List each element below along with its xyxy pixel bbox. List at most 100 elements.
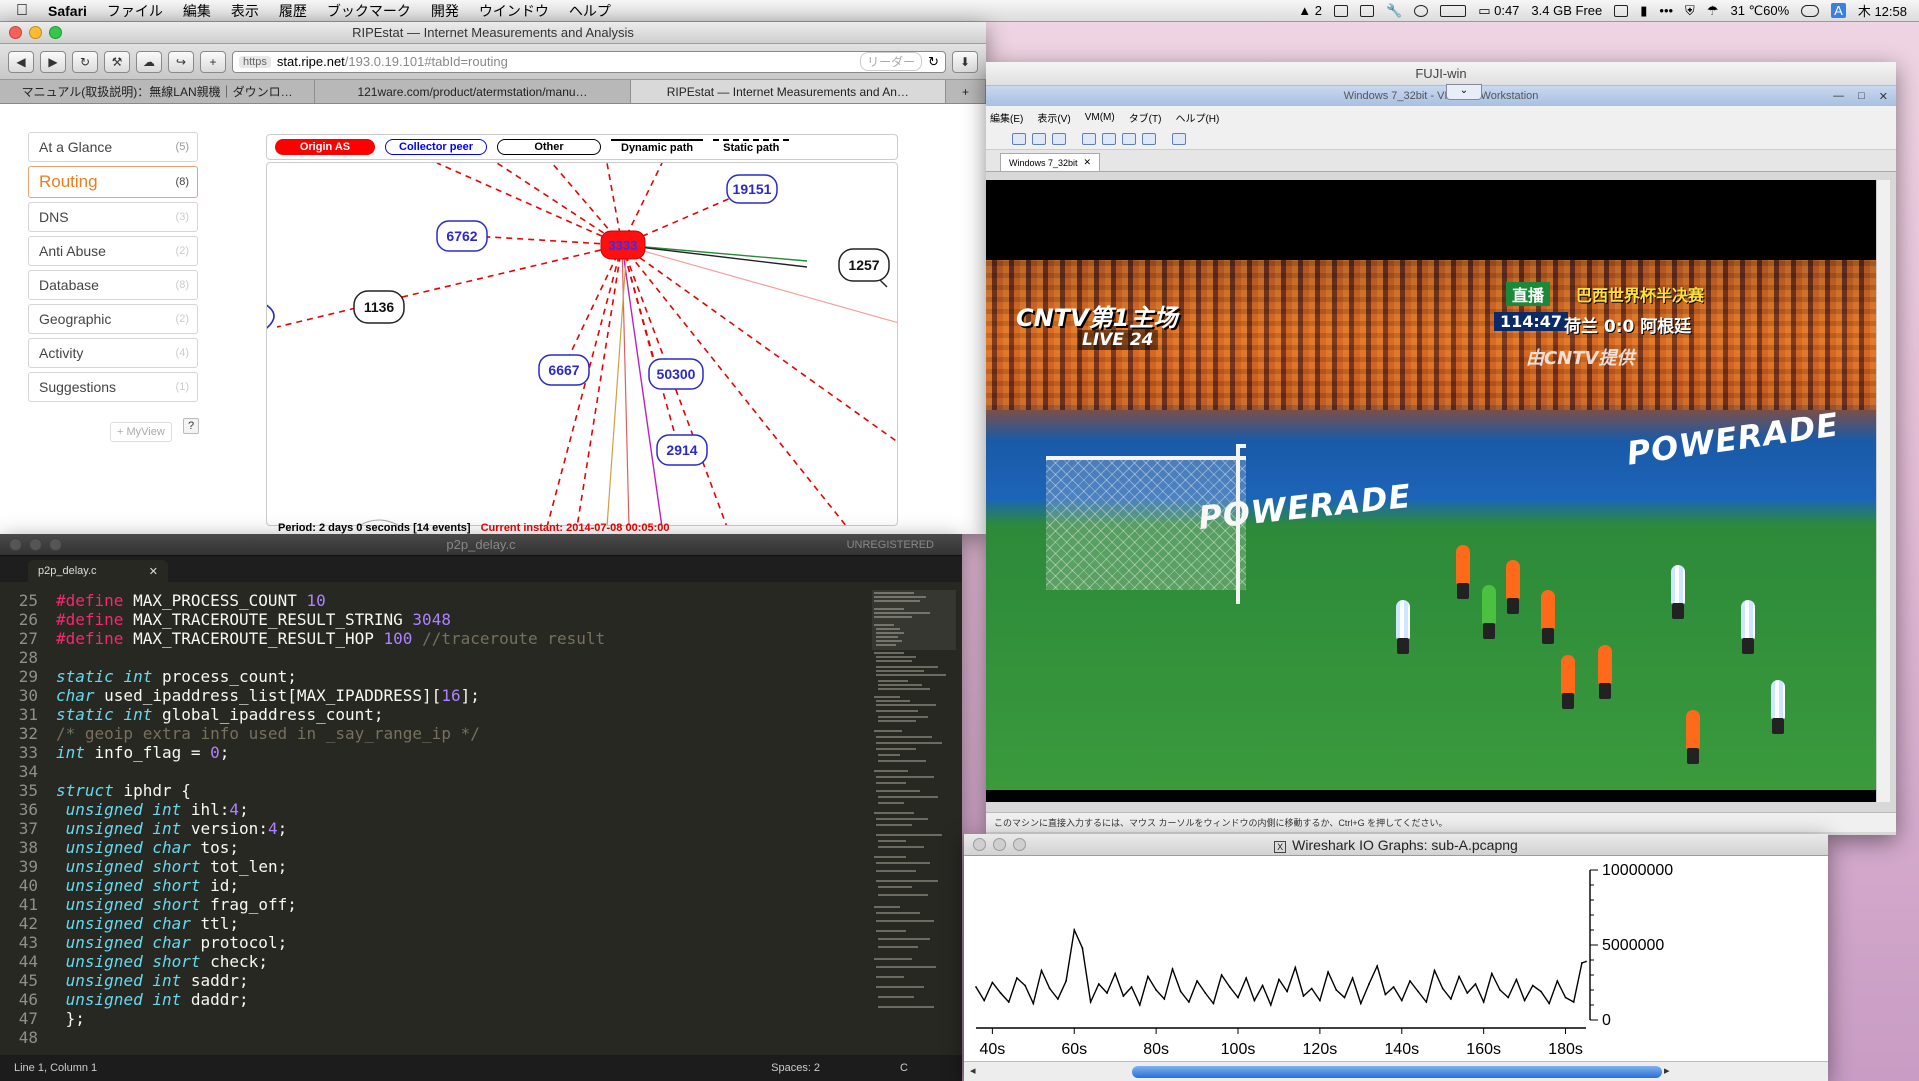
reader-button[interactable]: リーダー [860,52,923,71]
vmware-menu-edit[interactable]: 編集(E) [990,110,1023,125]
adobe-status[interactable]: ▲ 2 [1298,3,1322,18]
reload-history-icon[interactable]: ↻ [72,50,98,73]
sidebar-item-routing[interactable]: Routing (8) [28,166,198,198]
maximize-icon[interactable]: □ [1858,90,1865,103]
node-2914[interactable]: 2914 [656,434,708,466]
zoom-button[interactable] [49,538,62,551]
revert-icon[interactable] [1032,132,1046,145]
chevron-down-icon[interactable]: ⌄ [1446,84,1482,100]
cpu-graph-icon[interactable] [1440,4,1467,17]
menu-bookmarks[interactable]: ブックマーク [317,1,421,21]
zoom-button[interactable] [1013,838,1026,851]
scrollbar-thumb[interactable] [1132,1066,1662,1078]
forward-button[interactable]: ▶ [40,50,66,73]
vm-scrollbar[interactable] [1876,180,1890,802]
wireshark-titlebar[interactable]: X Wireshark IO Graphs: sub-A.pcapng [964,834,1828,856]
unity-icon[interactable] [1142,132,1156,145]
minimize-icon[interactable]: — [1833,90,1844,103]
menu-edit[interactable]: 編集 [173,1,221,21]
menu-window[interactable]: ウインドウ [469,1,559,21]
code-line[interactable]: 26 #define MAX_TRACEROUTE_RESULT_STRING 3… [0,610,872,629]
weather-readout[interactable]: 31 ℃60% [1730,3,1789,19]
tab-121ware[interactable]: 121ware.com/product/atermstation/manu… [315,80,631,103]
wrench-button[interactable]: ⚒ [104,50,130,73]
sidebar-item-anti-abuse[interactable]: Anti Abuse (2) [28,236,198,266]
minimize-button[interactable] [993,838,1006,851]
io-graph-chart[interactable]: 40s 60s 80s 100s 120s 140s 160s 180s 10000000 500… [964,856,1828,1061]
code-line[interactable]: 30 char used_ipaddress_list[MAX_IPADDRESS… [0,686,872,705]
sublime-titlebar[interactable]: p2p_delay.c UNREGISTERED [0,534,962,556]
input-a-icon[interactable]: A [1831,3,1846,18]
code-line[interactable]: 44 unsigned short check; [0,952,872,971]
wrench-icon[interactable]: 🔧 [1386,3,1402,19]
graph-scrollbar[interactable]: ◂ ▸ [964,1061,1828,1081]
display-icon[interactable] [1334,4,1349,17]
menu-clock[interactable]: 木 12:58 [1858,1,1907,20]
code-line[interactable]: 37 unsigned int version:4; [0,819,872,838]
zoom-button[interactable] [49,26,62,39]
vmware-menu-tab[interactable]: タブ(T) [1129,110,1162,125]
node-50300[interactable]: 50300 [648,358,704,390]
scroll-left-icon[interactable]: ◂ [970,1064,976,1077]
close-icon[interactable]: ✕ [1084,157,1092,168]
download-button[interactable]: ⬇ [952,50,978,73]
menu-history[interactable]: 履歴 [269,1,317,21]
close-button[interactable] [9,538,22,551]
apple-menu-icon[interactable]:  [0,2,38,20]
menu-file[interactable]: ファイル [97,1,173,21]
close-button[interactable] [9,26,22,39]
fullscreen-icon[interactable] [1122,132,1136,145]
node-6667[interactable]: 6667 [538,354,590,386]
back-button[interactable]: ◀ [8,50,34,73]
snapshot-manager-icon[interactable] [1052,132,1066,145]
add-bookmark-button[interactable]: + [200,50,226,73]
indentation-setting[interactable]: Spaces: 2 [771,1062,820,1074]
vmware-menu-vm[interactable]: VM(M) [1085,112,1115,123]
add-myview-button[interactable]: + MyView [110,422,172,442]
console-view-icon[interactable] [1082,132,1096,145]
code-line[interactable]: 41 unsigned short frag_off; [0,895,872,914]
reload-icon[interactable]: ↻ [928,54,939,70]
node-6762[interactable]: 6762 [436,220,488,252]
help-button[interactable]: ? [183,418,199,434]
icloud-button[interactable]: ☁ [136,50,162,73]
vm-tab[interactable]: Windows 7_32bit ✕ [1000,153,1101,171]
code-line[interactable]: 34 [0,762,872,781]
vmware-outer-title[interactable]: FUJI-win [986,62,1896,86]
toggle-icon[interactable] [1801,4,1820,17]
code-line[interactable]: 38 unsigned char tos; [0,838,872,857]
sidebar-item-database[interactable]: Database (8) [28,270,198,300]
scroll-right-icon[interactable]: ▸ [1664,1064,1670,1077]
snapshot-icon[interactable] [1012,132,1026,145]
shield-icon[interactable]: ⛨ [1685,3,1695,19]
menu-view[interactable]: 表示 [221,1,269,21]
code-line[interactable]: 27 #define MAX_TRACEROUTE_RESULT_HOP 100 … [0,629,872,648]
vmware-window-titlebar[interactable]: ⌄ Windows 7_32bit - VMware Workstation —… [986,84,1896,106]
node-3333[interactable]: 3333 [600,230,646,260]
safari-titlebar[interactable]: RIPEstat — Internet Measurements and Ana… [0,22,986,44]
close-button[interactable] [973,838,986,851]
new-tab-button[interactable]: + [946,80,986,103]
share-button[interactable]: ↪ [168,50,194,73]
sidebar-item-at-a-glance[interactable]: At a Glance (5) [28,132,198,162]
node-19151[interactable]: 19151 [726,174,778,204]
umbrella-icon[interactable]: ☂ [1707,3,1719,19]
code-line[interactable]: 43 unsigned char protocol; [0,933,872,952]
more-icon[interactable]: ••• [1659,3,1673,18]
file-tab[interactable]: p2p_delay.c ✕ [28,560,168,582]
code-line[interactable]: 49struct DelayData{ [0,1047,872,1048]
code-line[interactable]: 32 /* geoip extra info used in _say_range… [0,724,872,743]
node-1257[interactable]: 1257 [838,248,890,282]
code-line[interactable]: 33 int info_flag = 0; [0,743,872,762]
quick-switch-icon[interactable] [1102,132,1116,145]
minimize-button[interactable] [29,538,42,551]
bookmark-icon[interactable]: ▮ [1640,3,1647,19]
window-icon[interactable] [1614,4,1629,17]
menu-help[interactable]: ヘルプ [559,1,621,21]
code-line[interactable]: 35 struct iphdr { [0,781,872,800]
code-editor[interactable]: 25 #define MAX_PROCESS_COUNT 10 26 #define … [0,590,872,1048]
menu-safari[interactable]: Safari [38,3,97,19]
code-line[interactable]: 42 unsigned char ttl; [0,914,872,933]
sidebar-item-suggestions[interactable]: Suggestions (1) [28,372,198,402]
code-line[interactable]: 25 #define MAX_PROCESS_COUNT 10 [0,591,872,610]
